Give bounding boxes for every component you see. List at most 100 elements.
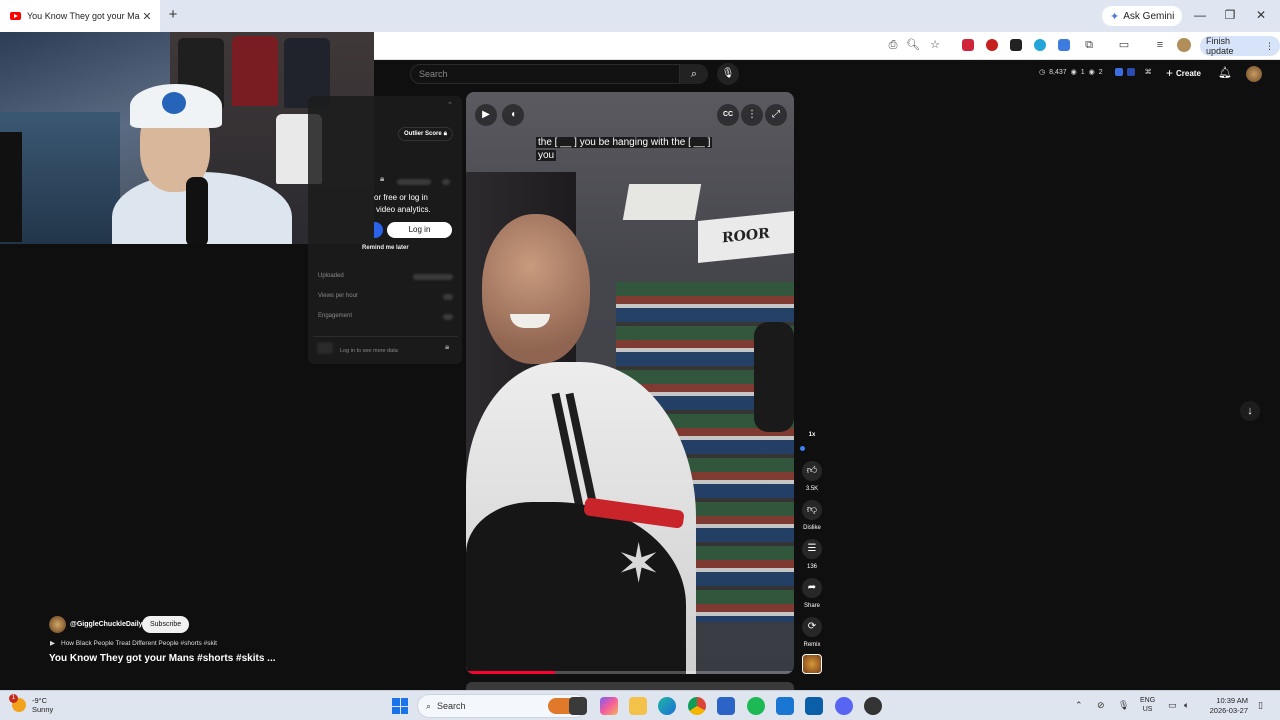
channel-avatar[interactable]: [49, 616, 66, 633]
discord-icon[interactable]: [835, 697, 853, 715]
ask-gemini-button[interactable]: ✦ Ask Gemini: [1102, 6, 1183, 26]
spotify-icon[interactable]: [747, 697, 765, 715]
captions-button[interactable]: CC: [717, 104, 739, 126]
install-app-icon[interactable]: ⎙: [886, 38, 900, 52]
comments-button[interactable]: ☰: [802, 539, 822, 559]
comment-icon: ◉: [1088, 69, 1095, 76]
subscribe-button[interactable]: Subscribe: [142, 616, 190, 633]
kebab-menu-icon: ⋮: [1265, 40, 1274, 51]
microphone-icon: 🎙︎: [721, 68, 735, 79]
next-short-button[interactable]: ↓: [1240, 401, 1260, 421]
start-button[interactable]: [392, 698, 408, 714]
share-button[interactable]: ➦: [802, 578, 822, 598]
copilot-icon[interactable]: [600, 697, 618, 715]
browser-tab[interactable]: You Know They got your Mans ✕: [0, 0, 160, 32]
weather-widget[interactable]: 1 -9°C Sunny: [9, 694, 53, 714]
search-input[interactable]: Search: [410, 64, 680, 84]
speaker-icon[interactable]: 🔈︎: [1184, 700, 1189, 711]
outlier-score-label: Outlier Score: [404, 131, 442, 137]
promo-text: or free or log in: [374, 193, 428, 202]
notifications-icon[interactable]: ▯: [1258, 700, 1263, 711]
metric-label-views-per-hour: Views per hour: [318, 293, 358, 299]
youtube-favicon-icon: [10, 12, 21, 20]
chrome-icon[interactable]: [688, 697, 706, 715]
extension-indicator-dot: [800, 446, 805, 451]
remix-label: Remix: [803, 642, 821, 648]
like-count: 3.5K: [805, 486, 819, 492]
photos-icon[interactable]: [805, 697, 823, 715]
short-title[interactable]: You Know They got your Mans #shorts #ski…: [49, 653, 276, 664]
playlist-link[interactable]: ▶ How Black People Treat Different Peopl…: [50, 639, 217, 648]
views-count: 8,437: [1049, 68, 1067, 76]
extension-icon[interactable]: [962, 39, 974, 51]
more-options-button[interactable]: ⋮: [741, 104, 763, 126]
taskbar-search[interactable]: ⌕ Search: [417, 694, 587, 718]
jersey-decoration: [232, 36, 278, 106]
outlier-score-badge[interactable]: Outlier Score 🔒︎: [398, 127, 453, 141]
remind-me-later-link[interactable]: Remind me later: [362, 245, 409, 251]
system-clock[interactable]: 10:39 AM 2026-03-27: [1202, 696, 1248, 716]
account-avatar[interactable]: [1246, 66, 1262, 82]
notepad-icon[interactable]: [776, 697, 794, 715]
playback-speed-button[interactable]: 1x: [804, 432, 820, 438]
extensions-puzzle-icon[interactable]: ⧉: [1082, 38, 1096, 52]
metric-label-uploaded: Uploaded: [318, 273, 344, 279]
reading-mode-icon[interactable]: ▭: [1117, 38, 1131, 52]
tab-close-icon[interactable]: ✕: [140, 10, 154, 23]
sound-thumbnail[interactable]: [802, 654, 822, 674]
gemini-sparkle-icon: ✦: [1110, 10, 1120, 23]
new-tab-button[interactable]: +: [165, 7, 181, 23]
notifications-bell-icon[interactable]: 🔔︎: [1218, 66, 1232, 79]
video-scene-face: [482, 214, 590, 364]
obs-icon[interactable]: [864, 697, 882, 715]
profile-avatar[interactable]: [1177, 38, 1191, 52]
collapse-caret-icon[interactable]: ⌃: [447, 101, 453, 109]
media-controls-icon[interactable]: ≡: [1153, 38, 1167, 52]
maximize-button[interactable]: ❐: [1223, 8, 1237, 22]
temperature: -9°C: [32, 696, 48, 705]
network-off-icon[interactable]: ⊘: [1097, 700, 1105, 711]
close-window-button[interactable]: ✕: [1254, 8, 1268, 22]
extension-chip[interactable]: [1126, 68, 1135, 76]
extension-chip[interactable]: [1114, 68, 1123, 76]
create-button[interactable]: + Create: [1166, 66, 1201, 80]
lock-icon: 🔒︎: [380, 174, 385, 183]
fullscreen-button[interactable]: ⤢: [765, 104, 787, 126]
short-video-player[interactable]: ROOR ✶ ▶ ◖ CC ⋮ ⤢ the [ __ ] you be hang…: [466, 92, 794, 674]
play-button[interactable]: ▶: [475, 104, 497, 126]
microphone-icon[interactable]: 🎙︎: [1118, 700, 1129, 711]
tray-overflow-icon[interactable]: ⌃: [1075, 700, 1083, 711]
search-button[interactable]: ⌕: [680, 64, 708, 84]
edge-icon[interactable]: [658, 697, 676, 715]
video-progress-bar[interactable]: [466, 671, 794, 674]
bookmark-star-icon[interactable]: ☆: [928, 38, 942, 52]
task-view-icon[interactable]: [569, 697, 587, 715]
extension-icon[interactable]: [1034, 39, 1046, 51]
extension-icon[interactable]: [1010, 39, 1022, 51]
extension-icon[interactable]: [986, 39, 998, 51]
region-code: US: [1142, 706, 1153, 713]
language-indicator[interactable]: ENG US: [1140, 696, 1155, 714]
finish-update-button[interactable]: Finish update ⋮: [1200, 36, 1280, 56]
remote-desktop-icon[interactable]: [717, 697, 735, 715]
like-button[interactable]: 👍︎: [802, 461, 822, 481]
blurred-value: [442, 179, 450, 185]
blurred-value: [397, 179, 431, 185]
search-icon: ⌕: [690, 68, 698, 80]
video-progress-fill: [466, 671, 555, 674]
dislike-button[interactable]: 👎︎: [802, 500, 822, 520]
extension-icon[interactable]: [1058, 39, 1070, 51]
voice-search-button[interactable]: 🎙︎: [717, 63, 739, 85]
login-button[interactable]: Log in: [387, 222, 452, 238]
file-explorer-icon[interactable]: [629, 697, 647, 715]
blurred-thumbnail: [317, 342, 333, 354]
display-icon[interactable]: ▭: [1168, 700, 1177, 711]
minimize-button[interactable]: —: [1193, 8, 1207, 22]
zoom-icon[interactable]: 🔍︎: [906, 38, 920, 52]
see-more-data-link[interactable]: Log in to see more data: [340, 348, 398, 354]
channel-name[interactable]: @GiggleChuckleDaily: [70, 621, 143, 628]
video-scene-light: [622, 184, 702, 220]
remix-button[interactable]: ⟳: [802, 617, 822, 637]
extension-settings-icon[interactable]: ⌘: [1145, 68, 1152, 76]
volume-button[interactable]: ◖: [502, 104, 524, 126]
